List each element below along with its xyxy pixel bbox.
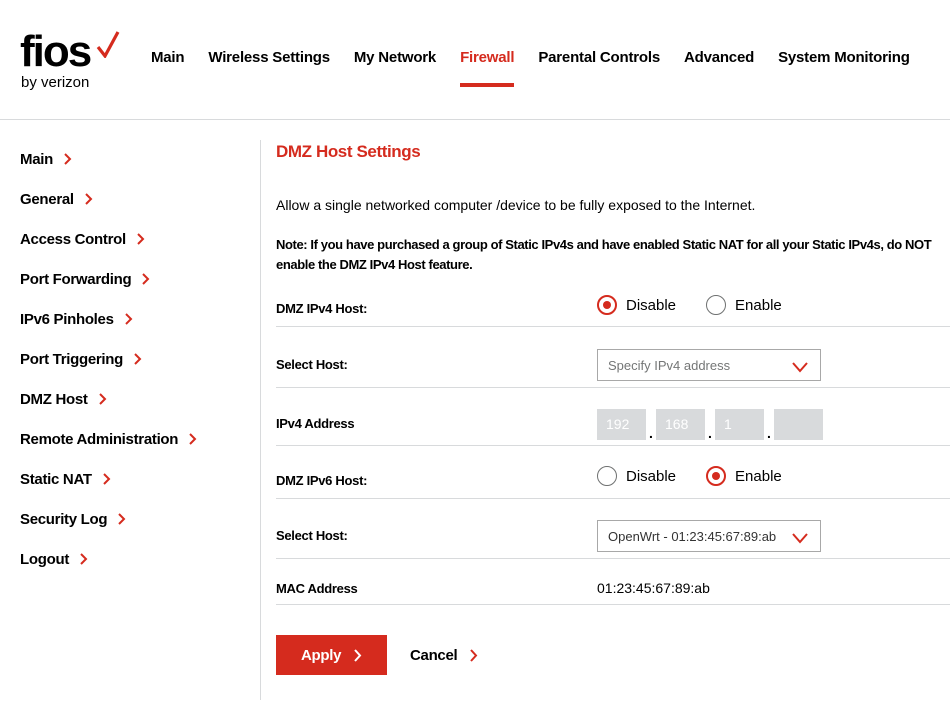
select-placeholder: Specify IPv4 address — [608, 358, 731, 373]
chevron-right-icon — [470, 648, 478, 662]
ipv4-octet-2-input[interactable]: 168 — [656, 409, 705, 440]
nav-advanced[interactable]: Advanced — [684, 49, 754, 87]
dmz-note: Note: If you have purchased a group of S… — [276, 237, 932, 272]
ipv4-host-select[interactable]: Specify IPv4 address — [597, 349, 821, 381]
logo-subtitle: by verizon — [21, 74, 90, 91]
checkmark-icon — [96, 31, 120, 58]
chevron-right-icon — [354, 648, 362, 662]
radio-label: Disable — [626, 296, 677, 314]
ipv4-octet-3-input[interactable]: 1 — [715, 409, 764, 440]
sidebar-item-ipv6-pinholes[interactable]: IPv6 Pinholes — [20, 308, 133, 330]
ipv6-disable-radio[interactable]: Disable — [597, 466, 676, 486]
sidebar-item-security-log[interactable]: Security Log — [20, 508, 126, 530]
ipv4-octet-1-input[interactable]: 192 — [597, 409, 646, 440]
logo-wordmark: fios — [20, 27, 92, 76]
chevron-right-icon — [137, 233, 145, 245]
ipv6-select-row: Select Host: OpenWrt - 01:23:45:67:89:ab — [276, 499, 950, 559]
mac-address-label: MAC Address — [276, 581, 358, 596]
sidebar-item-label: Remote Administration — [20, 430, 179, 448]
mac-address-row: MAC Address 01:23:45:67:89:ab — [276, 559, 950, 605]
apply-button[interactable]: Apply — [276, 635, 387, 675]
chevron-right-icon — [124, 313, 133, 325]
nav-parental-controls[interactable]: Parental Controls — [538, 49, 660, 87]
chevron-right-icon — [118, 513, 126, 525]
ipv4-disable-radio[interactable]: Disable — [597, 295, 676, 315]
sidebar-item-label: Static NAT — [20, 470, 92, 488]
cancel-button-label: Cancel — [410, 646, 458, 664]
sidebar: Main General Access Control Port Forward… — [0, 140, 261, 700]
sidebar-item-label: Security Log — [20, 510, 108, 528]
sidebar-item-access-control[interactable]: Access Control — [20, 228, 145, 250]
ipv4-host-label: DMZ IPv4 Host: — [276, 301, 368, 316]
sidebar-item-main[interactable]: Main — [20, 148, 72, 170]
chevron-right-icon — [98, 393, 107, 405]
apply-button-label: Apply — [301, 646, 342, 664]
sidebar-item-logout[interactable]: Logout — [20, 548, 88, 570]
chevron-right-icon — [142, 273, 150, 285]
fios-logo[interactable]: fios by verizon — [20, 30, 130, 94]
ipv4-octet-4-input[interactable] — [774, 409, 823, 440]
chevron-down-icon — [792, 362, 808, 373]
ip-separator: . — [767, 425, 771, 441]
sidebar-item-label: Main — [20, 150, 53, 168]
ipv4-enable-radio[interactable]: Enable — [706, 295, 782, 315]
radio-selected-icon — [597, 295, 617, 315]
chevron-down-icon — [792, 533, 808, 544]
sidebar-item-label: Logout — [20, 550, 70, 568]
ipv4-host-radio-group: Disable Enable — [597, 295, 812, 315]
nav-wireless-settings[interactable]: Wireless Settings — [208, 49, 330, 87]
chevron-right-icon — [64, 153, 72, 165]
ipv4-address-row: IPv4 Address 192 . 168 . 1 . — [276, 388, 950, 446]
radio-label: Disable — [626, 467, 677, 485]
radio-label: Enable — [735, 467, 782, 485]
sidebar-item-label: Access Control — [20, 230, 126, 248]
sidebar-item-port-triggering[interactable]: Port Triggering — [20, 348, 142, 370]
sidebar-item-label: DMZ Host — [20, 390, 88, 408]
page-title: DMZ Host Settings — [276, 142, 421, 161]
ipv4-address-label: IPv4 Address — [276, 416, 355, 431]
chevron-right-icon — [134, 353, 142, 365]
nav-system-monitoring[interactable]: System Monitoring — [778, 49, 910, 87]
sidebar-item-port-forwarding[interactable]: Port Forwarding — [20, 268, 150, 290]
ipv6-host-row: DMZ IPv6 Host: Disable Enable — [276, 446, 950, 499]
radio-selected-icon — [706, 466, 727, 486]
sidebar-item-label: Port Triggering — [20, 350, 124, 368]
page-description: Allow a single networked computer /devic… — [276, 197, 756, 213]
ipv4-host-row: DMZ IPv4 Host: Disable Enable — [276, 290, 950, 327]
chevron-right-icon — [85, 193, 93, 205]
nav-my-network[interactable]: My Network — [354, 49, 436, 87]
ipv4-address-inputs: 192 . 168 . 1 . — [597, 409, 823, 440]
chevron-right-icon — [80, 553, 88, 565]
radio-unselected-icon — [706, 295, 727, 315]
nav-main[interactable]: Main — [151, 49, 185, 87]
top-navigation: Main Wireless Settings My Network Firewa… — [151, 49, 934, 89]
ipv6-select-label: Select Host: — [276, 528, 348, 543]
nav-firewall[interactable]: Firewall — [460, 49, 515, 87]
ipv6-host-label: DMZ IPv6 Host: — [276, 473, 368, 488]
radio-unselected-icon — [597, 466, 617, 486]
ipv4-select-label: Select Host: — [276, 357, 348, 372]
sidebar-item-remote-administration[interactable]: Remote Administration — [20, 428, 197, 450]
sidebar-item-dmz-host[interactable]: DMZ Host — [20, 388, 107, 410]
sidebar-item-label: IPv6 Pinholes — [20, 310, 114, 328]
sidebar-item-general[interactable]: General — [20, 188, 93, 210]
sidebar-item-label: Port Forwarding — [20, 270, 132, 288]
cancel-button[interactable]: Cancel — [410, 635, 478, 675]
ipv4-select-row: Select Host: Specify IPv4 address — [276, 327, 950, 388]
select-value: OpenWrt - 01:23:45:67:89:ab — [608, 529, 777, 544]
sidebar-item-label: General — [20, 190, 74, 208]
chevron-right-icon — [103, 473, 111, 485]
ipv6-host-radio-group: Disable Enable — [597, 466, 812, 486]
header: fios by verizon Main Wireless Settings M… — [0, 0, 950, 120]
ip-separator: . — [708, 425, 712, 441]
ipv6-host-select[interactable]: OpenWrt - 01:23:45:67:89:ab — [597, 520, 821, 552]
ipv6-enable-radio[interactable]: Enable — [706, 466, 782, 486]
mac-address-value: 01:23:45:67:89:ab — [597, 580, 710, 596]
radio-label: Enable — [735, 296, 782, 314]
chevron-right-icon — [189, 433, 197, 445]
sidebar-item-static-nat[interactable]: Static NAT — [20, 468, 111, 490]
ip-separator: . — [649, 425, 653, 441]
